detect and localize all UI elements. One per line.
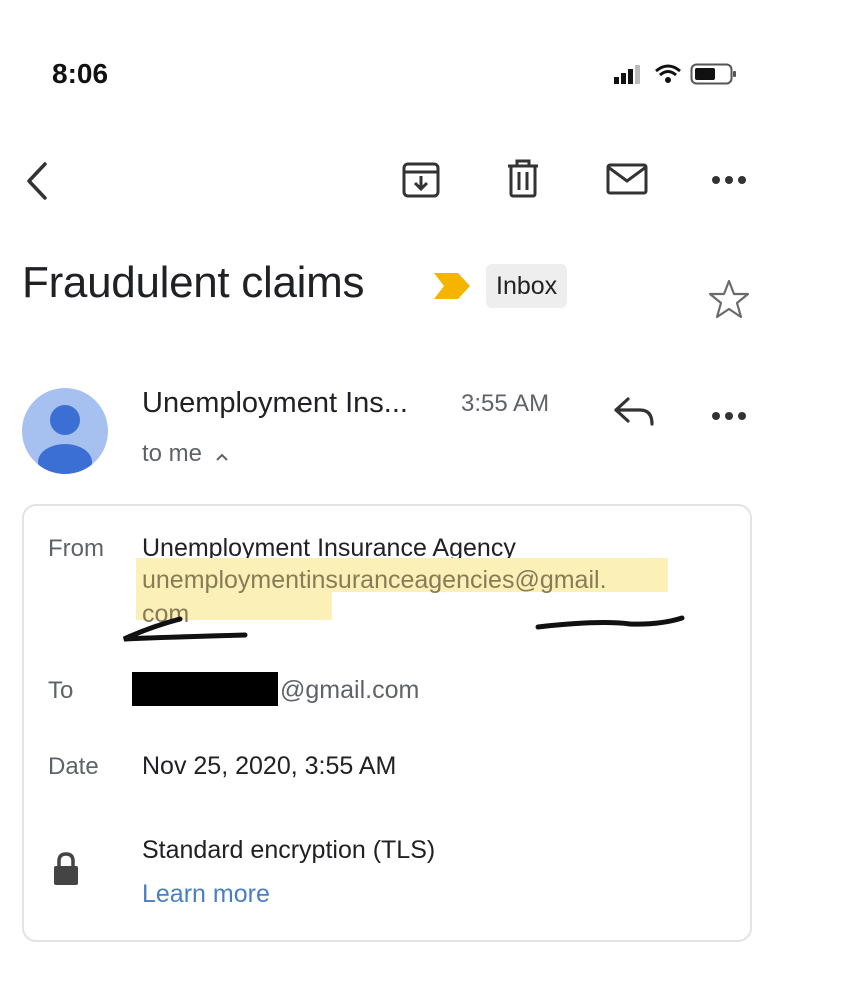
message-time: 3:55 AM [461,390,550,417]
redaction-block [132,672,278,706]
person-icon [38,405,92,474]
delete-icon [505,159,541,204]
sender-avatar[interactable] [22,388,108,474]
back-button[interactable] [14,160,60,206]
delete-button[interactable] [500,158,546,204]
chevron-up-icon [215,441,229,469]
date-key: Date [48,753,99,780]
important-marker-icon[interactable] [432,270,472,307]
recipient-summary-toggle[interactable]: to me [142,440,229,469]
more-options-icon [712,408,746,425]
reply-button[interactable] [612,394,656,435]
mark-unread-button[interactable] [604,158,650,204]
wifi-icon [654,63,682,90]
reply-icon [612,397,656,434]
lock-icon [50,852,82,891]
from-email-line1[interactable]: unemploymentinsuranceagencies@gmail. [142,566,607,595]
more-options-button[interactable] [706,158,752,204]
to-key: To [48,677,74,704]
inbox-label-chip[interactable]: Inbox [486,264,568,308]
status-time: 8:06 [52,58,109,89]
learn-more-link[interactable]: Learn more [142,880,270,909]
from-key: From [48,535,104,562]
cellular-signal-icon [612,63,646,90]
star-button[interactable] [708,278,750,325]
back-icon [23,161,51,206]
sender-name: Unemployment Ins... [142,387,408,419]
star-icon [708,279,750,324]
date-value: Nov 25, 2020, 3:55 AM [142,752,397,780]
message-more-button[interactable] [712,408,746,426]
archive-icon [401,159,441,204]
email-subject: Fraudulent claims [22,258,365,307]
to-value: @gmail.com [280,676,420,704]
mark-unread-icon [605,161,649,202]
security-text: Standard encryption (TLS) [142,836,436,864]
battery-icon [690,62,738,91]
archive-button[interactable] [398,158,444,204]
more-options-icon [712,172,746,190]
recipient-summary: to me [142,440,203,467]
handwritten-annotation [122,615,685,642]
status-icons [612,62,738,91]
